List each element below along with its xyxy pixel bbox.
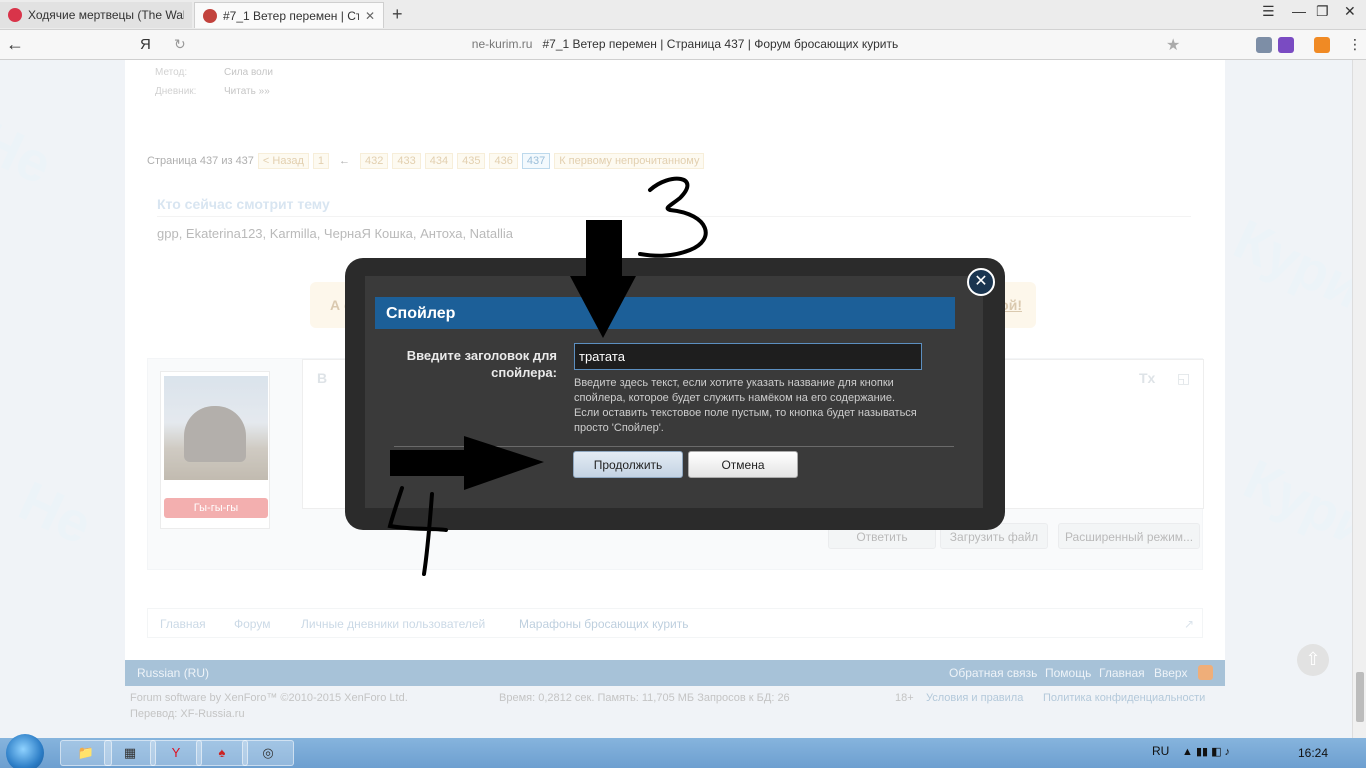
keyboard-language[interactable]: RU	[1152, 744, 1169, 758]
spoiler-title-label: Введите заголовок для спойлера:	[406, 348, 557, 380]
new-tab-button[interactable]: +	[392, 4, 403, 25]
extension-icon[interactable]	[1278, 37, 1294, 53]
tab-favicon-icon	[8, 8, 22, 22]
url-field[interactable]: ne-kurim.ru #7_1 Ветер перемен | Страниц…	[200, 37, 1170, 51]
close-icon[interactable]: ✕	[967, 268, 995, 296]
reload-icon[interactable]: ↻	[174, 36, 186, 53]
extension-icon[interactable]	[1314, 37, 1330, 53]
browser-tab-2-active[interactable]: #7_1 Ветер перемен | Стр ✕	[194, 2, 384, 28]
tab-close-icon[interactable]: ✕	[365, 9, 375, 23]
page-scrollbar[interactable]	[1352, 60, 1366, 738]
spoiler-dialog: Спойлер Введите заголовок для спойлера: …	[345, 258, 1005, 530]
solitaire-taskbar-icon[interactable]: ♠	[196, 740, 248, 766]
browser-tab-bar: Ходячие мертвецы (The Wal #7_1 Ветер пер…	[0, 0, 1366, 30]
extension-icon[interactable]	[1256, 37, 1272, 53]
divider	[394, 446, 954, 447]
yandex-button[interactable]: Я	[140, 36, 151, 53]
browser-more-icon[interactable]: ⋮	[1348, 36, 1362, 53]
tab-title: #7_1 Ветер перемен | Стр	[223, 8, 359, 23]
dialog-title: Спойлер	[375, 297, 955, 329]
browser-menu-button[interactable]: ☰	[1262, 3, 1275, 20]
bookmark-star-icon[interactable]: ★	[1166, 35, 1180, 55]
url-page-title: #7_1 Ветер перемен | Страница 437 | Фору…	[542, 37, 899, 51]
start-button[interactable]	[6, 734, 44, 768]
tab-favicon-icon	[203, 8, 217, 23]
tab-title: Ходячие мертвецы (The Wal	[28, 8, 184, 22]
system-tray-icons[interactable]: ▲ ▮▮ ◧ ♪	[1182, 745, 1230, 758]
close-window-button[interactable]: ✕	[1344, 3, 1356, 20]
back-arrow-icon[interactable]: ←	[6, 34, 24, 55]
spoiler-title-input[interactable]	[574, 343, 922, 370]
app-taskbar-icon[interactable]: ◎	[242, 740, 294, 766]
continue-button[interactable]: Продолжить	[573, 451, 683, 478]
restore-button[interactable]: ❐	[1316, 3, 1329, 20]
browser-tab-1[interactable]: Ходячие мертвецы (The Wal	[0, 2, 192, 28]
cancel-button[interactable]: Отмена	[688, 451, 798, 478]
yandex-browser-taskbar-icon[interactable]: Y	[150, 740, 202, 766]
url-domain: ne-kurim.ru	[471, 37, 533, 51]
calculator-taskbar-icon[interactable]: ▦	[104, 740, 156, 766]
minimize-button[interactable]: —	[1292, 3, 1306, 19]
address-bar: ← Я ↻ ne-kurim.ru #7_1 Ветер перемен | С…	[0, 30, 1366, 60]
scrollbar-thumb[interactable]	[1356, 672, 1364, 722]
windows-taskbar: 📁 ▦ Y ♠ ◎ RU ▲ ▮▮ ◧ ♪ 16:24	[0, 734, 1366, 768]
taskbar-clock[interactable]: 16:24	[1298, 746, 1328, 760]
spoiler-hint-text: Введите здесь текст, если хотите указать…	[574, 377, 917, 434]
